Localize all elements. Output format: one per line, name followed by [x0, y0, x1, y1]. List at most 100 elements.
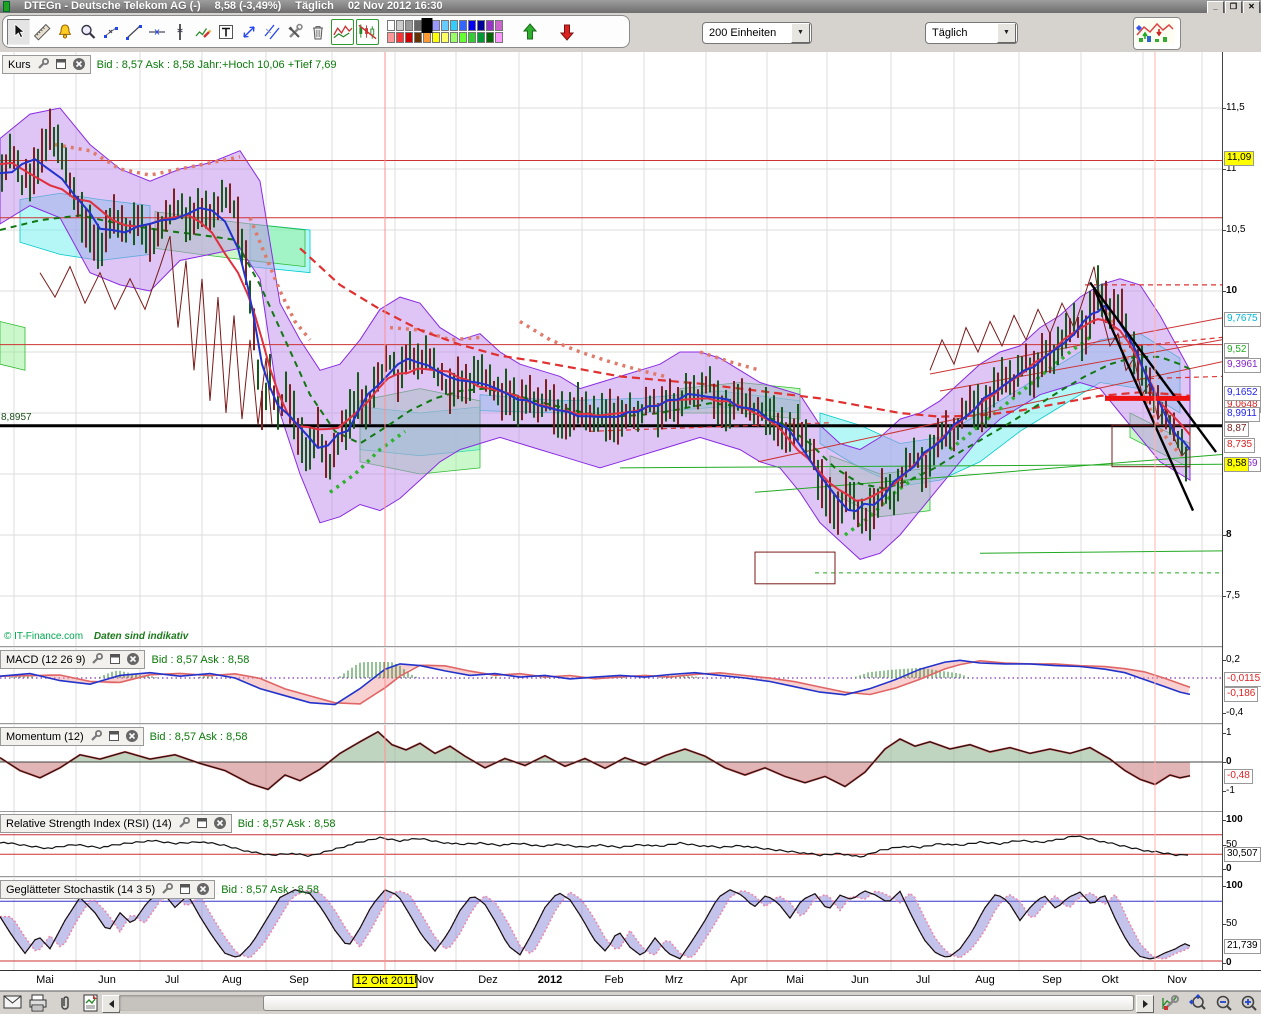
vertical-line-icon[interactable]	[168, 19, 191, 45]
open-window-icon[interactable]	[107, 729, 122, 744]
close-panel-icon[interactable]	[126, 652, 141, 667]
color-swatch[interactable]	[396, 20, 404, 31]
open-window-icon[interactable]	[108, 652, 123, 667]
color-swatch[interactable]	[387, 32, 395, 43]
period-dropdown-value: Täglich	[926, 27, 997, 39]
color-swatch[interactable]	[450, 32, 458, 43]
backtest-signals-button[interactable]	[1133, 17, 1181, 50]
color-swatch[interactable]	[486, 32, 494, 43]
chart-settings-icon[interactable]	[1160, 994, 1180, 1012]
copyright-text: © IT-Finance.com	[4, 631, 83, 642]
open-window-icon[interactable]	[178, 882, 193, 897]
color-swatch[interactable]	[459, 20, 467, 31]
attach-icon[interactable]	[57, 994, 77, 1012]
title-bar: DTEGn - Deutsche Telekom AG (-) 8,58 (-3…	[0, 0, 1261, 13]
backtest-chart-icon	[1135, 19, 1175, 44]
chevron-down-icon[interactable]: ▼	[997, 23, 1016, 43]
color-swatch[interactable]	[432, 20, 440, 31]
color-swatch[interactable]	[414, 32, 422, 43]
text-icon[interactable]	[214, 19, 237, 45]
color-swatch[interactable]	[477, 20, 485, 31]
month-label: Jun	[98, 974, 116, 986]
annotate-chart-icon[interactable]	[191, 19, 214, 45]
color-swatch[interactable]	[468, 32, 476, 43]
price-chart-canvas[interactable]	[0, 52, 1222, 646]
period-dropdown[interactable]: Täglich ▼	[925, 22, 1018, 44]
report-icon[interactable]	[82, 994, 102, 1012]
color-swatch[interactable]	[450, 20, 458, 31]
color-swatch[interactable]	[432, 32, 440, 43]
color-swatch[interactable]	[405, 32, 413, 43]
color-swatch[interactable]	[441, 20, 449, 31]
close-panel-icon[interactable]	[125, 729, 140, 744]
color-swatch[interactable]	[422, 18, 433, 33]
parallel-lines-icon[interactable]	[260, 19, 283, 45]
month-label: Jul	[916, 974, 930, 986]
color-swatch[interactable]	[468, 20, 476, 31]
month-label: 2012	[538, 974, 562, 986]
month-label: Jun	[851, 974, 869, 986]
zoom-fit-icon[interactable]	[1188, 994, 1208, 1012]
ruler-icon[interactable]	[30, 19, 53, 45]
color-swatch[interactable]	[486, 20, 494, 31]
bid-ask-text: Bid : 8,57 Ask : 8,58 Jahr:+Hoch 10,06 +…	[97, 59, 337, 71]
axis-tick-label: 0	[1226, 756, 1232, 767]
point-tool-icon[interactable]	[99, 19, 122, 45]
price-tag: 11,09	[1224, 151, 1254, 166]
quote-datetime: 02 Nov 2012 16:30	[348, 0, 443, 13]
month-label: Aug	[222, 974, 242, 986]
color-swatch[interactable]	[477, 32, 485, 43]
color-swatch[interactable]	[396, 32, 404, 43]
color-swatch[interactable]	[387, 20, 395, 31]
support-level-label: 8,8957	[1, 412, 32, 423]
axis-tick-label: 1	[1226, 727, 1232, 738]
move-icon[interactable]	[237, 19, 260, 45]
color-swatch[interactable]	[405, 20, 413, 31]
color-swatch[interactable]	[423, 32, 431, 43]
arrow-up-icon[interactable]	[518, 19, 541, 45]
line-mode-icon[interactable]	[331, 19, 354, 45]
axis-tick-label: 11,5	[1226, 102, 1245, 113]
time-axis[interactable]: MaiJunJulAugSep12 Okt 2011NovDez2012FebM…	[0, 970, 1261, 991]
zoom-out-icon[interactable]	[1214, 994, 1234, 1012]
color-swatch[interactable]	[495, 32, 503, 43]
alarm-icon[interactable]	[53, 19, 76, 45]
pointer-icon[interactable]	[7, 19, 30, 45]
settings-wrench-icon[interactable]	[89, 729, 104, 744]
zoom-in-icon[interactable]	[1239, 994, 1259, 1012]
open-window-icon[interactable]	[54, 57, 69, 72]
trendline-icon[interactable]	[122, 19, 145, 45]
chevron-down-icon[interactable]: ▼	[791, 23, 810, 43]
settings-wrench-icon[interactable]	[36, 57, 51, 72]
bid-ask-text: Bid : 8,57 Ask : 8,58	[150, 731, 248, 743]
price-tag: 21,739	[1224, 939, 1261, 954]
open-window-icon[interactable]	[195, 816, 210, 831]
tools-icon[interactable]	[283, 19, 306, 45]
color-swatch[interactable]	[459, 32, 467, 43]
price-axis[interactable]: 11,51110,51087,50,2-0,410-11005001005009…	[1222, 52, 1261, 970]
trash-icon[interactable]	[306, 19, 329, 45]
scrollbar-track[interactable]	[119, 995, 1135, 1011]
close-panel-icon[interactable]	[213, 816, 228, 831]
mail-icon[interactable]	[3, 994, 23, 1012]
print-icon[interactable]	[28, 994, 48, 1012]
color-swatch[interactable]	[495, 20, 503, 31]
settings-wrench-icon[interactable]	[90, 652, 105, 667]
zoom-icon[interactable]	[76, 19, 99, 45]
units-dropdown[interactable]: 200 Einheiten ▼	[702, 22, 812, 44]
close-panel-icon[interactable]	[72, 57, 87, 72]
settings-wrench-icon[interactable]	[160, 882, 175, 897]
app-logo-candle-icon	[3, 1, 10, 12]
scroll-left-button[interactable]	[102, 995, 120, 1013]
horizontal-line-icon[interactable]	[145, 19, 168, 45]
settings-wrench-icon[interactable]	[177, 816, 192, 831]
panel-header-box: Relative Strength Index (RSI) (14)	[0, 814, 232, 833]
candle-mode-icon[interactable]	[356, 19, 379, 45]
color-swatch[interactable]	[441, 32, 449, 43]
scroll-right-button[interactable]	[1136, 995, 1154, 1013]
scrollbar-thumb[interactable]	[263, 995, 1134, 1011]
close-panel-icon[interactable]	[196, 882, 211, 897]
arrow-down-icon[interactable]	[555, 19, 578, 45]
bid-ask-text: Bid : 8,57 Ask : 8,58	[238, 818, 336, 830]
copyright-note: © IT-Finance.com Daten sind indikativ	[4, 631, 188, 642]
